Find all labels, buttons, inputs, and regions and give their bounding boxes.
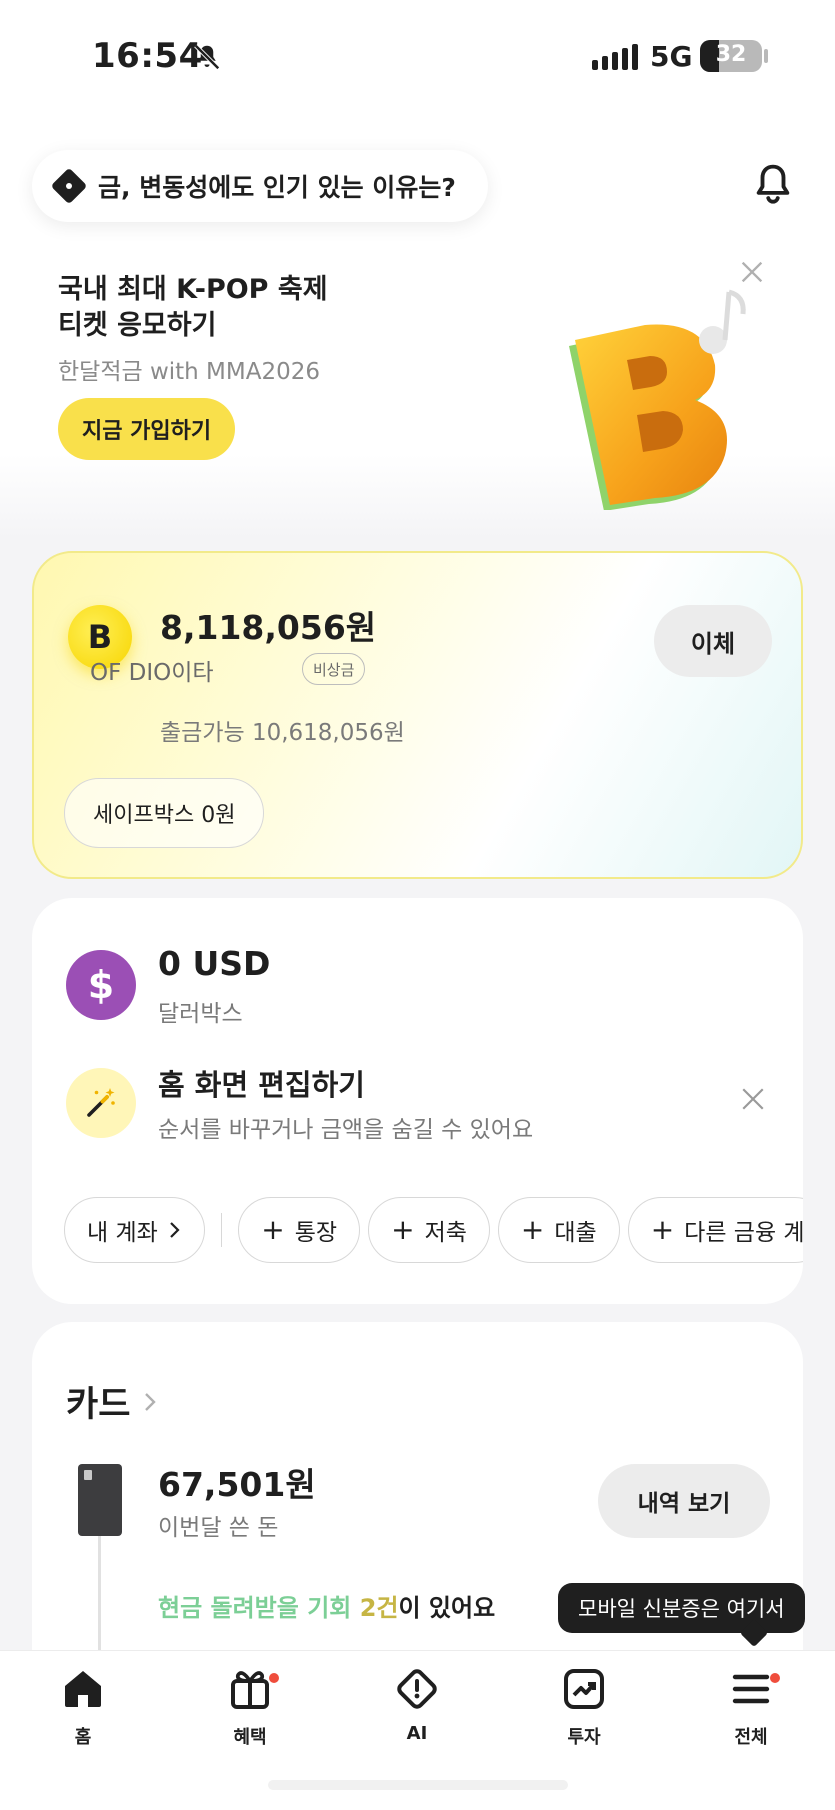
savings-label: 저축 (424, 1220, 467, 1246)
battery-cap (764, 49, 768, 63)
tab-invest[interactable]: 투자 (529, 1665, 639, 1749)
account-balance: 8,118,056원 (160, 608, 377, 647)
benefit-notification-dot (269, 1673, 279, 1683)
account-chip-row: 내 계좌 + 통장 + 저축 + 대출 + 다른 금융 계 (64, 1196, 803, 1264)
edit-home-title[interactable]: 홈 화면 편집하기 (158, 1062, 365, 1104)
tab-ai-label: AI (406, 1723, 428, 1744)
add-other-finance-chip[interactable]: + 다른 금융 계 (627, 1197, 803, 1263)
chip-divider (220, 1213, 223, 1247)
ai-diamond-icon (50, 167, 88, 205)
add-bankbook-chip[interactable]: + 통장 (238, 1197, 361, 1263)
bankbook-label: 통장 (294, 1220, 338, 1246)
main-account-card[interactable]: B 8,118,056원 OF DIO이타 비상금 출금가능 10,618,05… (32, 551, 803, 879)
other-finance-label: 다른 금융 계 (684, 1220, 803, 1246)
account-badge: 비상금 (302, 653, 366, 685)
usd-amount[interactable]: 0 USD (158, 944, 270, 983)
tab-home[interactable]: 홈 (28, 1665, 138, 1749)
promo-title-line2: 티켓 응모하기 (58, 310, 217, 341)
cashback-text-highlight: 현금 돌려받을 기회 (158, 1594, 360, 1622)
battery-level: 32 (715, 42, 747, 67)
home-indicator (268, 1780, 568, 1790)
battery-icon: 32 (700, 40, 762, 72)
notification-bell-icon[interactable] (752, 162, 794, 208)
promo-subtitle: 한달적금 with MMA2026 (58, 359, 321, 385)
status-bar: 16:54 5G 32 (0, 0, 835, 110)
tab-benefit[interactable]: 혜택 (195, 1665, 305, 1749)
network-type: 5G (650, 40, 693, 73)
home-icon (65, 1671, 101, 1707)
promo-title: 국내 최대 K-POP 축제 티켓 응모하기 (58, 272, 328, 344)
usd-card: $ 0 USD 달러박스 홈 화면 편집하기 순서를 바꾸거나 금액을 숨길 수… (32, 898, 803, 1304)
status-time: 16:54 (92, 36, 203, 76)
plus-icon: + (520, 1213, 545, 1246)
promo-title-line1: 국내 최대 K-POP 축제 (58, 274, 328, 305)
ai-question-banner[interactable]: 금, 변동성에도 인기 있는 이유는? (32, 150, 488, 222)
my-accounts-label: 내 계좌 (87, 1220, 158, 1246)
gift-icon (231, 1671, 269, 1709)
chevron-right-icon (170, 1222, 180, 1238)
chevron-right-icon (145, 1392, 157, 1411)
ai-question-text: 금, 변동성에도 인기 있는 이유는? (98, 173, 456, 202)
card-spent-amount: 67,501원 (158, 1465, 316, 1504)
promo-join-button[interactable]: 지금 가입하기 (58, 398, 236, 460)
magic-wand-icon (66, 1068, 136, 1138)
dollar-icon: $ (66, 950, 136, 1020)
mobile-id-tooltip[interactable]: 모바일 신분증은 여기서 (558, 1583, 805, 1633)
safebox-chip[interactable]: 세이프박스 0원 (64, 778, 265, 848)
plus-icon: + (391, 1213, 415, 1246)
card-section-title: 카드 (66, 1385, 131, 1425)
tab-home-label: 홈 (74, 1727, 92, 1748)
menu-icon (732, 1674, 770, 1704)
k-pop-b-letter-illustration (569, 289, 746, 510)
card-timeline-line (98, 1536, 101, 1658)
card-section-header[interactable]: 카드 (66, 1376, 158, 1427)
chart-up-icon (564, 1669, 604, 1709)
plus-icon: + (261, 1213, 285, 1246)
bell-off-icon (194, 44, 220, 70)
ai-diamond-icon (397, 1669, 437, 1709)
cashback-text-tail: 이 있어요 (398, 1594, 496, 1622)
loan-label: 대출 (554, 1220, 597, 1246)
tab-all[interactable]: 전체 (696, 1665, 806, 1749)
card-spent-label: 이번달 쓴 돈 (158, 1515, 279, 1541)
edit-home-subtitle: 순서를 바꾸거나 금액을 숨길 수 있어요 (158, 1117, 534, 1143)
tab-all-label: 전체 (734, 1727, 768, 1748)
edit-home-close-icon[interactable] (740, 1086, 766, 1112)
tab-invest-label: 투자 (567, 1727, 601, 1748)
view-history-button[interactable]: 내역 보기 (598, 1464, 770, 1538)
account-name: OF DIO이타 (90, 660, 214, 686)
my-accounts-chip[interactable]: 내 계좌 (64, 1197, 205, 1263)
transfer-button[interactable]: 이체 (654, 605, 772, 677)
add-savings-chip[interactable]: + 저축 (368, 1197, 490, 1263)
plus-icon: + (650, 1213, 675, 1246)
tab-ai[interactable]: AI (362, 1665, 472, 1744)
cashback-count: 2건 (359, 1594, 399, 1622)
all-notification-dot (770, 1673, 780, 1683)
tab-benefit-label: 혜택 (233, 1727, 267, 1748)
cashback-message[interactable]: 현금 돌려받을 기회 2건이 있어요 (158, 1588, 495, 1623)
signal-icon (592, 44, 638, 70)
account-available: 출금가능 10,618,056원 (160, 720, 405, 746)
add-loan-chip[interactable]: + 대출 (497, 1197, 620, 1263)
credit-card-icon (78, 1464, 122, 1536)
usd-label: 달러박스 (158, 1001, 243, 1027)
